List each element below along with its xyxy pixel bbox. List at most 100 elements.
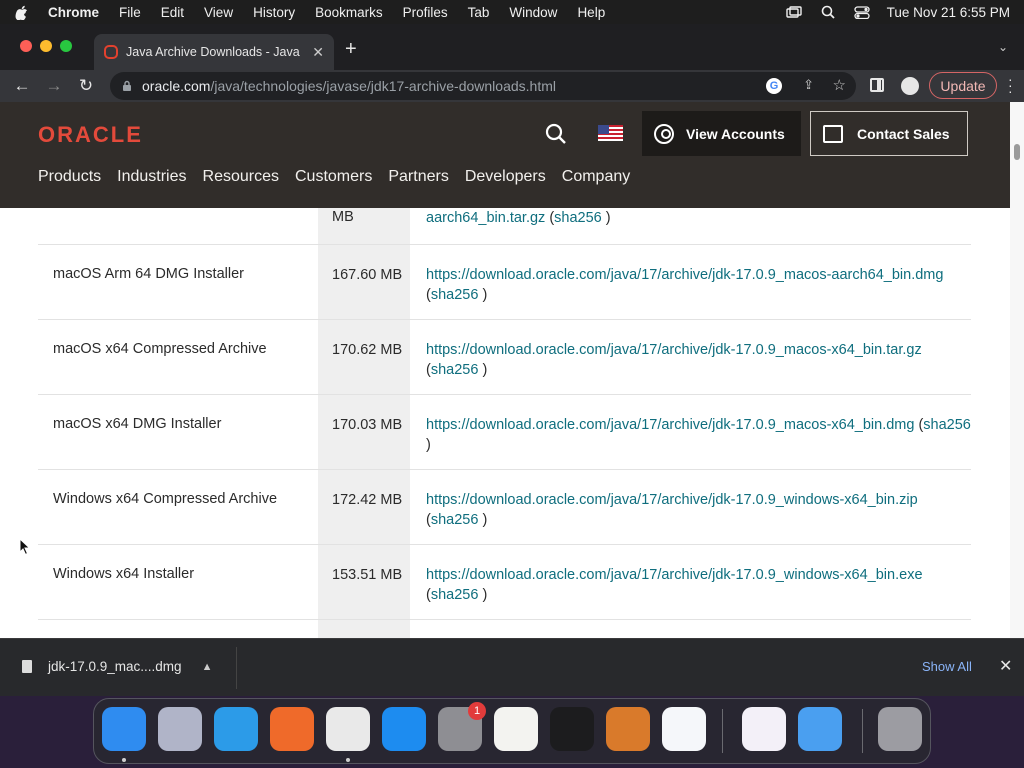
downloads-bar: jdk-17.0.9_mac....dmg ▲ Show All ✕ [0,638,1024,696]
side-panel-icon[interactable] [870,78,884,92]
browser-tab-strip: Java Archive Downloads - Java ✕ + ⌄ [0,24,1024,70]
menu-file[interactable]: File [119,5,141,20]
url-path: /java/technologies/javase/jdk17-archive-… [210,78,556,94]
table-row [38,620,971,638]
weather-icon[interactable] [798,707,842,751]
nav-partners[interactable]: Partners [388,168,448,186]
close-icon[interactable]: ✕ [999,656,1012,676]
table-row: Windows x64 Compressed Archive 172.42 MB… [38,470,971,545]
menu-edit[interactable]: Edit [161,5,184,20]
search-icon[interactable] [544,122,568,146]
visual-studio-icon[interactable] [742,707,786,751]
view-accounts-button[interactable]: View Accounts [642,111,801,156]
firefox-icon[interactable] [270,707,314,751]
download-link[interactable]: https://download.oracle.com/java/17/arch… [426,267,943,283]
app-store-icon[interactable] [382,707,426,751]
nav-customers[interactable]: Customers [295,168,372,186]
download-link[interactable]: https://download.oracle.com/java/17/arch… [426,342,922,358]
page-scrollbar[interactable] [1010,102,1024,638]
nav-company[interactable]: Company [562,168,630,186]
textedit-icon[interactable] [494,707,538,751]
back-button[interactable]: ← [6,76,38,96]
divider [236,647,237,689]
menu-profiles[interactable]: Profiles [403,5,448,20]
table-row: macOS x64 DMG Installer 170.03 MB https:… [38,395,971,470]
macos-dock: 1 [93,698,931,764]
menu-app-name[interactable]: Chrome [48,5,99,20]
close-tab-icon[interactable]: ✕ [312,44,324,61]
browser-tab-active[interactable]: Java Archive Downloads - Java ✕ [94,34,334,70]
download-filename: jdk-17.0.9_mac....dmg [48,659,182,674]
menu-bar-clock[interactable]: Tue Nov 21 6:55 PM [887,5,1010,20]
chevron-up-icon[interactable]: ▲ [202,661,213,673]
web-page: ORACLE View Accounts Contact Sales Produ… [0,102,1010,638]
finder-icon[interactable] [102,707,146,751]
download-item[interactable]: jdk-17.0.9_mac....dmg ▲ [22,659,212,674]
window-controls [20,40,72,52]
contact-sales-label: Contact Sales [857,125,950,142]
address-bar[interactable]: oracle.com/java/technologies/javase/jdk1… [110,72,856,100]
safari-icon[interactable] [214,707,258,751]
checksum-link[interactable]: sha256 [431,362,479,378]
size-cell: 153.51 MB [318,545,410,619]
mouse-cursor-icon [19,538,31,556]
menu-window[interactable]: Window [509,5,557,20]
share-icon[interactable]: ⇪ [803,77,814,93]
menu-history[interactable]: History [253,5,295,20]
contact-sales-button[interactable]: Contact Sales [810,111,968,156]
download-link[interactable]: https://download.oracle.com/java/17/arch… [426,567,923,583]
us-flag-icon[interactable] [598,125,623,141]
nav-products[interactable]: Products [38,168,101,186]
menu-bookmarks[interactable]: Bookmarks [315,5,383,20]
terminal-icon[interactable] [550,707,594,751]
oracle-logo[interactable]: ORACLE [38,122,143,148]
running-indicator [122,758,126,762]
menu-view[interactable]: View [204,5,233,20]
download-link[interactable]: https://download.oracle.com/java/17/arch… [426,492,918,508]
scrollbar-thumb[interactable] [1014,144,1020,160]
nav-developers[interactable]: Developers [465,168,546,186]
checksum-link[interactable]: sha256 [554,210,602,226]
checksum-link[interactable]: sha256 [431,512,479,528]
size-cell: 170.62 MB [318,320,410,394]
nav-resources[interactable]: Resources [203,168,279,186]
profile-avatar-icon[interactable] [901,77,919,95]
control-center-icon[interactable] [853,5,871,19]
garageband-icon[interactable] [606,707,650,751]
table-row: MB aarch64_bin.tar.gz (sha256 ) [38,208,971,245]
close-window-button[interactable] [20,40,32,52]
screen-mirroring-icon[interactable] [785,5,803,19]
spotlight-search-icon[interactable] [819,5,837,19]
zoom-window-button[interactable] [60,40,72,52]
trash-icon[interactable] [878,707,922,751]
oracle-header: ORACLE View Accounts Contact Sales Produ… [0,102,1010,208]
tab-title: Java Archive Downloads - Java [126,45,300,59]
size-cell: MB [318,208,410,244]
chrome-icon[interactable] [326,707,370,751]
reload-button[interactable]: ↻ [70,76,102,96]
checksum-link[interactable]: sha256 [431,287,479,303]
menu-help[interactable]: Help [577,5,605,20]
notification-badge: 1 [468,702,486,720]
google-lens-icon[interactable]: G [766,78,782,94]
download-link[interactable]: https://download.oracle.com/java/17/arch… [426,417,914,433]
minimize-window-button[interactable] [40,40,52,52]
tab-search-chevron-icon[interactable]: ⌄ [998,40,1008,54]
more-menu-icon[interactable]: · · · [1008,72,1013,98]
vscode-icon[interactable] [662,707,706,751]
menu-tab[interactable]: Tab [468,5,490,20]
download-link[interactable]: aarch64_bin.tar.gz [426,210,545,226]
show-all-link[interactable]: Show All [922,659,972,674]
launchpad-icon[interactable] [158,707,202,751]
nav-industries[interactable]: Industries [117,168,186,186]
size-cell: 172.42 MB [318,470,410,544]
forward-button[interactable]: → [38,76,70,96]
bookmark-star-icon[interactable]: ☆ [833,76,846,94]
new-tab-button[interactable]: + [345,38,357,61]
product-cell: Windows x64 Installer [53,566,195,582]
checksum-link[interactable]: sha256 [923,417,971,433]
update-button[interactable]: Update [929,72,997,99]
checksum-link[interactable]: sha256 [431,587,479,603]
apple-icon[interactable] [14,4,28,20]
url-host: oracle.com [142,78,211,94]
